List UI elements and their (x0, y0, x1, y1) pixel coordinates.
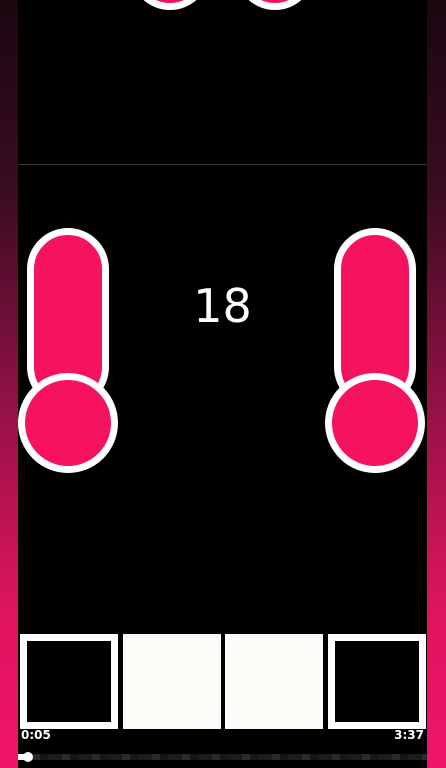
progress-bar[interactable] (18, 752, 427, 762)
elapsed-time: 0:05 (21, 728, 51, 742)
game-area[interactable]: 18 0:05 3:37 (18, 0, 427, 768)
tile-1[interactable] (20, 634, 118, 729)
total-duration: 3:37 (394, 728, 424, 742)
left-thermometer-bulb (18, 373, 118, 473)
tile-3[interactable] (225, 634, 323, 729)
tile-4[interactable] (328, 634, 426, 729)
top-left-ball (130, 0, 210, 10)
right-thermometer[interactable] (325, 228, 425, 473)
right-gradient-border (427, 0, 446, 768)
right-thermometer-bulb (325, 373, 425, 473)
tile-row (20, 634, 426, 729)
left-gradient-border (0, 0, 18, 768)
top-right-ball (235, 0, 315, 10)
left-thermometer[interactable] (18, 228, 118, 473)
tile-2[interactable] (123, 634, 221, 729)
row-divider (18, 164, 427, 165)
progress-thumb[interactable] (23, 752, 34, 762)
previous-row (18, 0, 427, 164)
